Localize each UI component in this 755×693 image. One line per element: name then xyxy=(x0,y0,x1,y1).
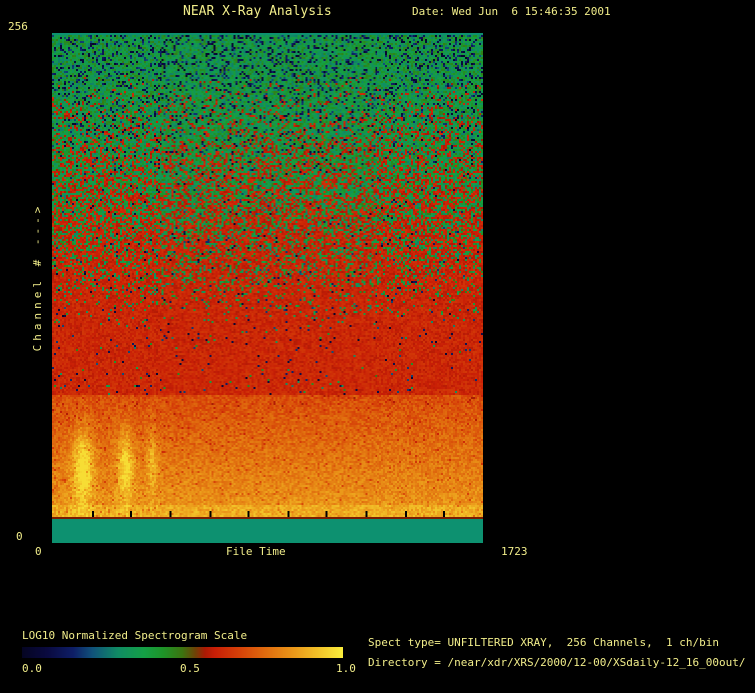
colorbar-tick-right: 1.0 xyxy=(336,663,356,676)
x-axis-label: File Time xyxy=(226,546,286,559)
x-axis-max-tick: 1723 xyxy=(501,546,528,559)
page-title: NEAR X-Ray Analysis xyxy=(183,5,332,20)
date-label: Date: Wed Jun 6 15:46:35 2001 xyxy=(412,6,611,19)
colorbar-tick-left: 0.0 xyxy=(22,663,42,676)
y-axis-min-tick: 0 xyxy=(16,531,23,544)
y-axis-label: Channel # ---> xyxy=(31,197,45,357)
colorbar-tick-mid: 0.5 xyxy=(180,663,200,676)
x-axis-min-tick: 0 xyxy=(35,546,42,559)
spectrogram-canvas xyxy=(52,33,483,543)
colorbar-gradient xyxy=(22,647,343,658)
directory-line: Directory = /near/xdr/XRS/2000/12-00/XSd… xyxy=(368,657,746,670)
spect-type-line: Spect type= UNFILTERED XRAY, 256 Channel… xyxy=(368,637,719,650)
colorbar-title: LOG10 Normalized Spectrogram Scale xyxy=(22,630,247,643)
app-window: NEAR X-Ray Analysis Date: Wed Jun 6 15:4… xyxy=(0,0,755,693)
y-axis-max-tick: 256 xyxy=(8,21,28,34)
